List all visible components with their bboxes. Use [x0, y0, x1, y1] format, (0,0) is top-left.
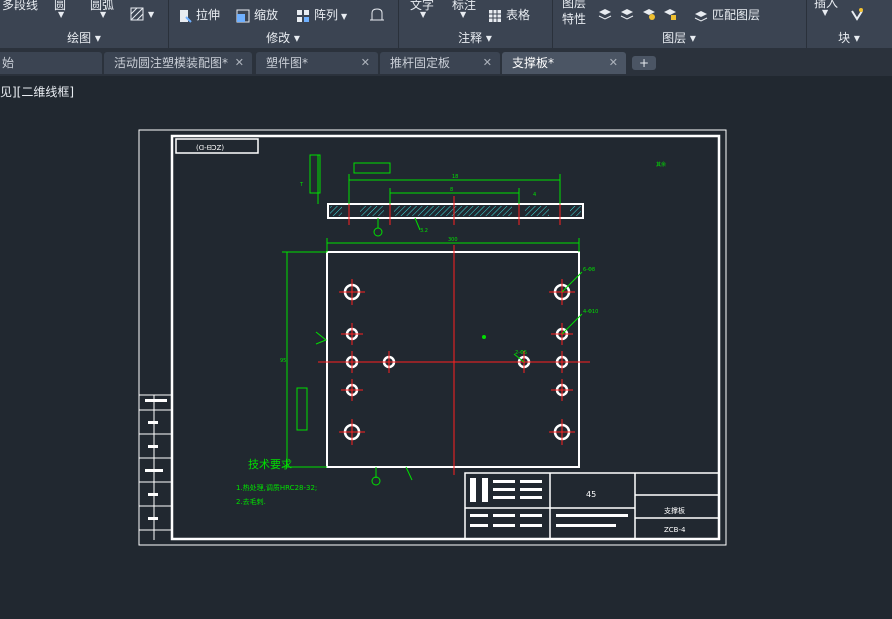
tech-req-line-1: 1.热处理,调质HRC28-32;	[236, 483, 317, 492]
center-mark	[482, 335, 486, 339]
drawing-canvas[interactable]: (ᗡ-ᗺƆZ) 18 8 4 T 3.2 300 95 6-Φ8 4-Φ10 2…	[0, 0, 892, 619]
svg-text:8: 8	[450, 187, 453, 193]
sheet-inner-frame	[170, 134, 721, 541]
svg-text:4-Φ10: 4-Φ10	[583, 309, 598, 315]
svg-text:4: 4	[533, 192, 536, 198]
svg-text:300: 300	[448, 237, 458, 243]
sheet-outer-frame	[138, 129, 727, 546]
main-center-lines	[318, 245, 590, 475]
svg-text:其余: 其余	[656, 161, 666, 168]
svg-text:18: 18	[452, 174, 458, 180]
svg-text:2-Φ5: 2-Φ5	[515, 350, 527, 356]
title-block-marks	[470, 478, 628, 527]
svg-text:T: T	[299, 182, 304, 188]
tech-req-title: 技术要求	[248, 458, 292, 471]
main-dim-texts: 300 95 6-Φ8 4-Φ10 2-Φ5 其余	[280, 161, 666, 364]
svg-text:3.2: 3.2	[420, 228, 428, 234]
material-text: 45	[586, 490, 596, 499]
tech-req-line-2: 2.去毛刺.	[236, 497, 266, 506]
svg-text:6-Φ8: 6-Φ8	[583, 267, 595, 273]
plate-section-hatch	[330, 206, 581, 216]
drawing-no-text: ZCB-4	[664, 526, 686, 534]
part-name-text: 支撑板	[664, 506, 685, 515]
drawing-number-mirrored: (ᗡ-ᗺƆZ)	[196, 144, 224, 152]
section-dimensions	[309, 154, 561, 237]
svg-text:95: 95	[280, 358, 286, 364]
holes-group	[339, 271, 583, 445]
plate-main-view	[326, 251, 580, 468]
left-strip-marks	[145, 399, 167, 520]
